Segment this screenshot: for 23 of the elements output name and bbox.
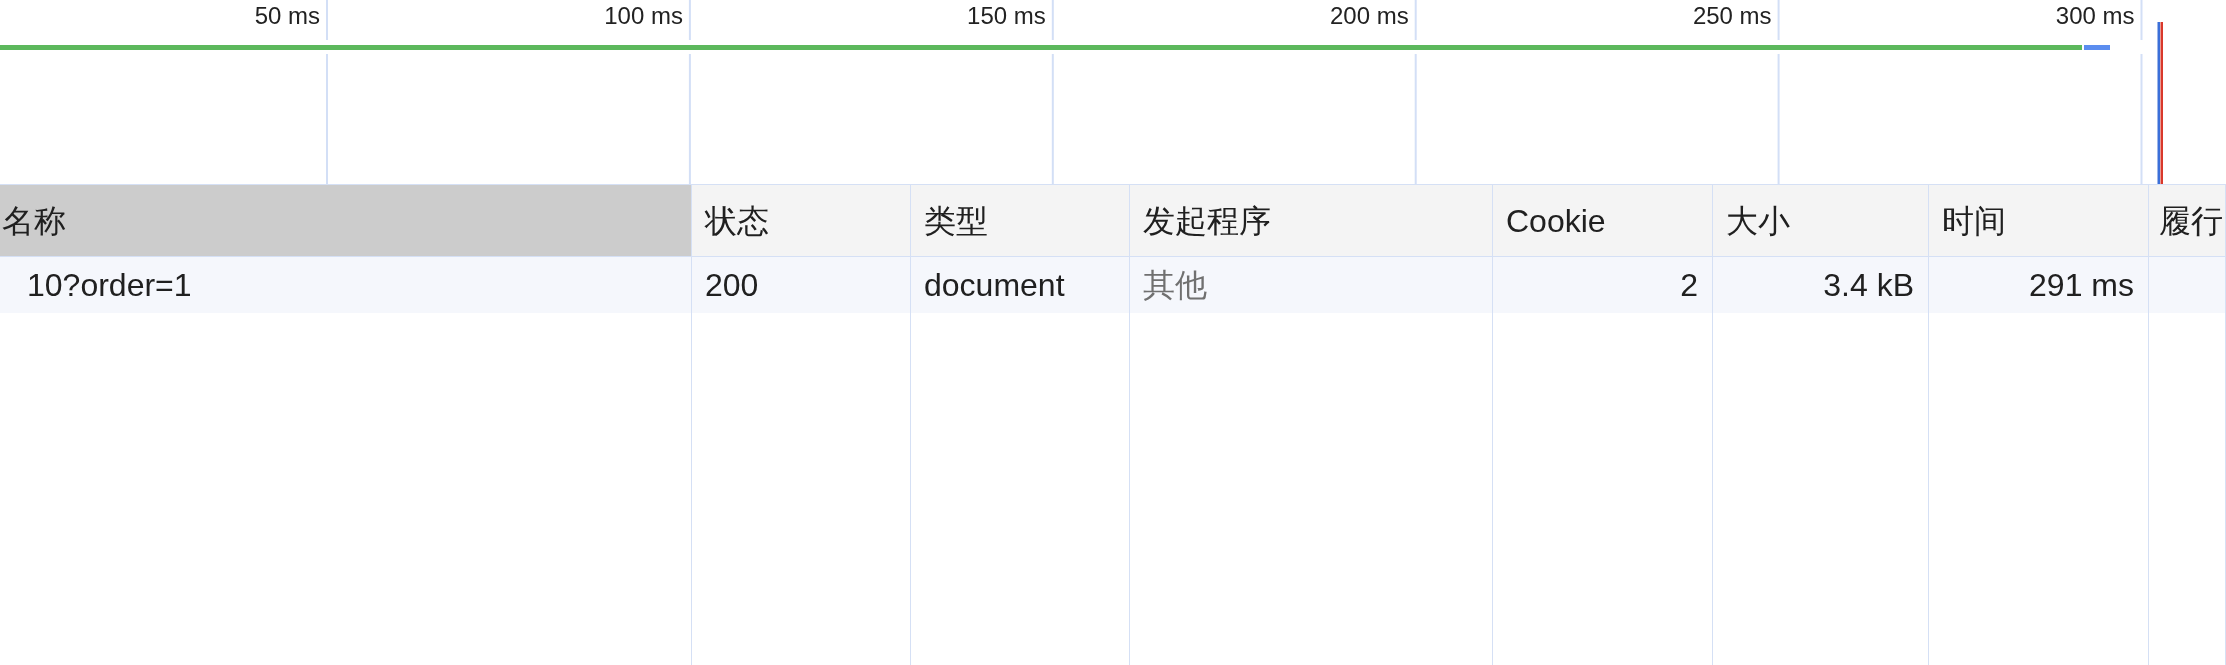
column-header[interactable]: 履行 (2149, 185, 2226, 257)
table-cell: 200 (692, 257, 911, 313)
column-header[interactable]: Cookie (1493, 185, 1713, 257)
axis-tick-label: 100 ms (604, 2, 683, 29)
column-header[interactable]: 类型 (911, 185, 1130, 257)
table-cell: 10?order=1 (0, 257, 692, 313)
column-header[interactable]: 名称 (0, 185, 692, 257)
axis-tick-label: 200 ms (1330, 2, 1409, 29)
axis-tick-label: 150 ms (967, 2, 1046, 29)
column-header[interactable]: 时间 (1929, 185, 2149, 257)
table-row[interactable]: 10?order=1 200 document 其他 2 3.4 kB 291 ms (0, 257, 2226, 313)
table-cell: 2 (1493, 257, 1713, 313)
timing-bar (2084, 45, 2110, 50)
axis-tick-label: 300 ms (2055, 2, 2135, 29)
table-cell: 3.4 kB (1713, 257, 1929, 313)
table-cell: document (911, 257, 1130, 313)
column-header[interactable]: 状态 (692, 185, 911, 257)
axis-tick-label: 50 ms (254, 2, 320, 29)
axis-tick-label: 250 ms (1692, 2, 1772, 29)
column-header[interactable]: 大小 (1713, 185, 1929, 257)
column-header[interactable]: 发起程序 (1130, 185, 1493, 257)
table-cell: 291 ms (1929, 257, 2149, 313)
table-cell: 其他 (1130, 257, 1493, 313)
